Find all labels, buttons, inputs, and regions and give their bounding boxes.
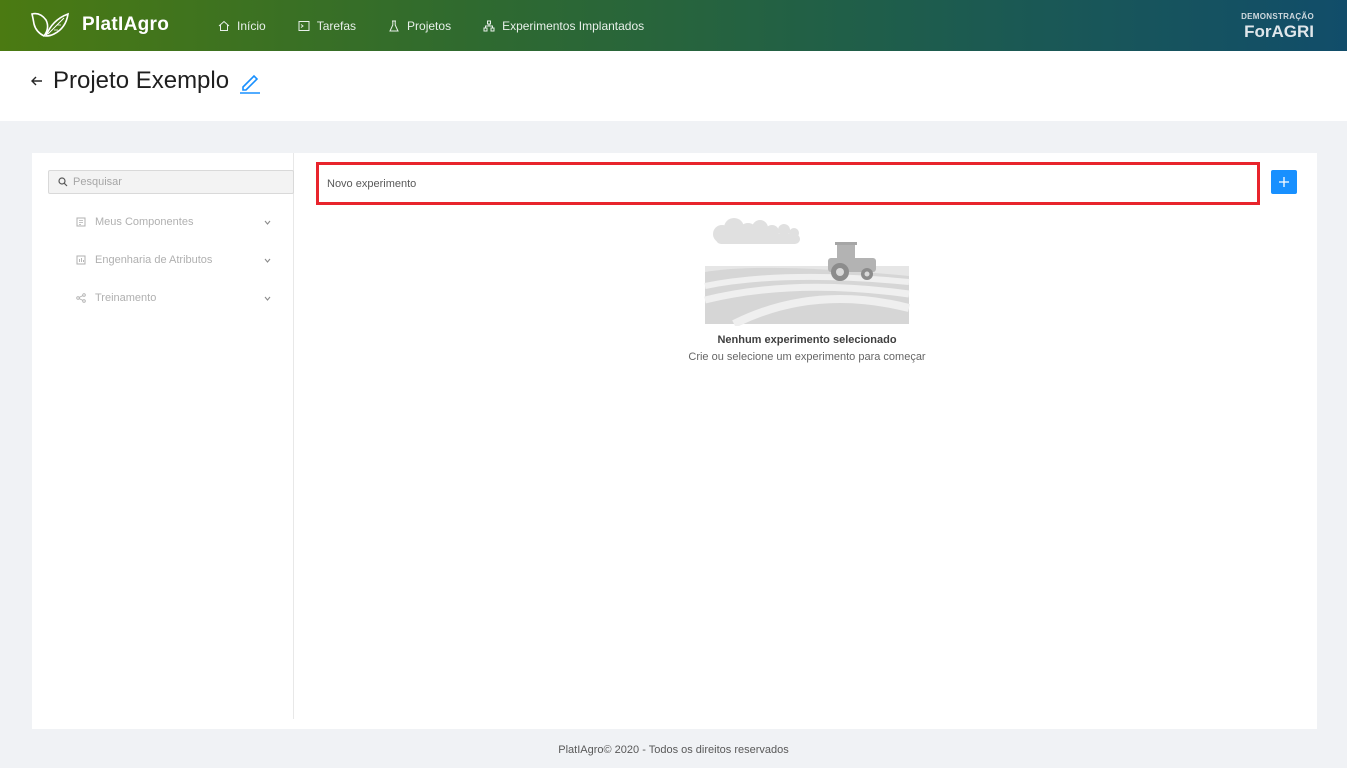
sidebar-item-label: Meus Componentes	[95, 216, 194, 228]
logo[interactable]: PlatIAgro	[30, 10, 169, 40]
sidebar-item-label: Engenharia de Atributos	[95, 254, 213, 266]
search-placeholder: Pesquisar	[73, 176, 122, 188]
empty-state-title: Nenhum experimento selecionado	[717, 334, 897, 346]
chevron-down-icon[interactable]	[263, 218, 272, 227]
footer-text: PlatIAgro© 2020 - Todos os direitos rese…	[558, 744, 789, 756]
sidebar-item-treinamento[interactable]: Treinamento	[76, 289, 272, 307]
flask-icon	[389, 20, 399, 31]
plus-icon	[1279, 177, 1289, 187]
nav-item-projetos[interactable]: Projetos	[388, 19, 451, 33]
terminal-icon	[298, 20, 310, 31]
nav-label: Projetos	[407, 18, 452, 33]
chevron-down-icon[interactable]	[263, 256, 272, 265]
nav-label: Experimentos Implantados	[502, 18, 645, 33]
cluster-icon	[483, 20, 495, 31]
top-navbar: PlatIAgro Início Tarefas Projetos Experi…	[0, 0, 1347, 51]
brand-label: DEMONSTRAÇÃO	[1241, 12, 1314, 21]
tractor-field-illustration	[704, 218, 910, 326]
logo-text: PlatIAgro	[82, 14, 170, 35]
sidebar-item-meus-componentes[interactable]: Meus Componentes	[76, 213, 272, 231]
nav-item-inicio[interactable]: Início	[218, 19, 266, 33]
home-icon	[218, 20, 230, 31]
main-nav: Início Tarefas Projetos Experimentos Imp…	[218, 0, 676, 51]
brand-badge: DEMONSTRAÇÃO ForAGRI	[1241, 12, 1314, 42]
back-arrow-icon[interactable]	[30, 74, 44, 88]
share-icon	[76, 293, 86, 303]
new-experiment-tab[interactable]: Novo experimento	[316, 162, 1260, 205]
add-experiment-button[interactable]	[1271, 170, 1297, 194]
nav-label: Tarefas	[316, 18, 357, 33]
chevron-down-icon[interactable]	[263, 294, 272, 303]
search-icon	[58, 177, 68, 187]
brand-name: ForAGRI	[1244, 22, 1314, 41]
page-title: Projeto Exemplo	[53, 67, 230, 94]
new-experiment-label: Novo experimento	[327, 177, 417, 190]
sidebar-item-label: Treinamento	[95, 292, 157, 304]
empty-state-subtitle: Crie ou selecione um experimento para co…	[688, 351, 926, 363]
nav-item-tarefas[interactable]: Tarefas	[298, 19, 356, 33]
component-icon	[76, 217, 86, 227]
table-icon	[76, 255, 86, 265]
sidebar-item-engenharia-de-atributos[interactable]: Engenharia de Atributos	[76, 251, 272, 269]
edit-icon[interactable]	[238, 70, 262, 94]
nav-label: Início	[237, 18, 266, 33]
nav-item-experimentos-implantados[interactable]: Experimentos Implantados	[483, 19, 644, 33]
search-input[interactable]: Pesquisar	[48, 170, 294, 194]
leaf-logo-icon	[31, 12, 69, 38]
task-sidebar	[32, 153, 294, 719]
